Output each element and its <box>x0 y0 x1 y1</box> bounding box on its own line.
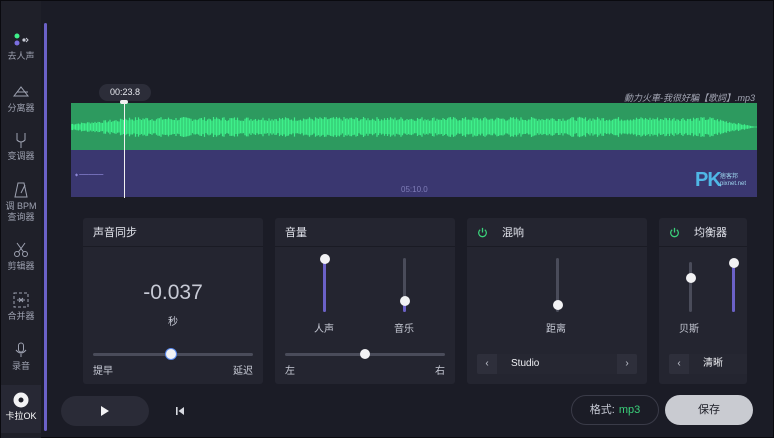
distance-knob[interactable] <box>553 300 563 310</box>
sync-right-label: 延迟 <box>233 366 253 377</box>
format-label: 格式: <box>589 404 615 416</box>
sync-left-label: 提早 <box>93 366 113 377</box>
panel-title: 均衡器 <box>694 227 727 239</box>
save-button[interactable]: 保存 <box>665 395 753 425</box>
sidebar-item-pitch[interactable]: 变调器 <box>1 131 41 177</box>
track-marker: ◆ ━━━━━━━━━━ <box>75 172 104 177</box>
vocal-volume-knob[interactable] <box>320 254 330 264</box>
balance-right-label: 右 <box>435 366 445 377</box>
duration-label: 05:10.0 <box>401 185 428 194</box>
sidebar-item-label: 录音 <box>11 361 30 371</box>
waveform-path <box>70 116 758 138</box>
sidebar-item-vocal-remover[interactable]: 去人声 <box>1 31 41 77</box>
sidebar-item-merger[interactable]: 合并器 <box>1 291 41 337</box>
sidebar: 去人声 分离器 变调器 调 BPM 查询器 剪辑器 合并器 录音 卡拉OK <box>1 1 41 438</box>
play-button[interactable] <box>61 396 149 426</box>
sync-unit: 秒 <box>168 317 178 328</box>
format-selector[interactable]: 格式: mp3 <box>571 395 659 425</box>
sidebar-item-label: 去人声 <box>7 51 35 61</box>
sync-value: -0.037 <box>143 281 203 304</box>
bass-label: 贝斯 <box>679 324 699 335</box>
prev-preset-button[interactable]: ‹ <box>477 354 497 374</box>
sidebar-item-recorder[interactable]: 录音 <box>1 341 41 387</box>
equalizer-power-icon[interactable] <box>669 227 680 238</box>
splitter-icon <box>12 86 30 97</box>
playhead-handle[interactable] <box>120 100 128 104</box>
balance-left-label: 左 <box>285 366 295 377</box>
eq-preset-value: 清晰 <box>689 354 747 374</box>
vocal-volume-fill <box>323 258 326 312</box>
metronome-icon <box>14 182 28 198</box>
reverb-panel: 混响 距离 ‹ Studio › <box>467 218 647 384</box>
play-icon <box>101 406 109 416</box>
app-window: 去人声 分离器 变调器 调 BPM 查询器 剪辑器 合并器 录音 卡拉OK 00… <box>0 0 774 438</box>
sidebar-item-cutter[interactable]: 剪辑器 <box>1 241 41 287</box>
watermark-text: 痞客邦 pixnet.net <box>720 174 747 187</box>
reverb-preset-selector[interactable]: ‹ Studio › <box>477 354 637 374</box>
equalizer-panel: 均衡器 贝斯 ‹ 清晰 <box>659 218 747 384</box>
waveform <box>70 116 758 138</box>
playhead[interactable] <box>124 101 125 198</box>
distance-label: 距离 <box>546 324 566 335</box>
bass-track[interactable] <box>689 262 692 312</box>
vocal-label: 人声 <box>314 324 334 335</box>
karaoke-disc-icon <box>13 392 29 408</box>
watermark-logo: PK <box>695 169 722 191</box>
microphone-icon <box>15 342 27 357</box>
sync-panel: 声音同步 -0.037 秒 提早 延迟 <box>83 218 263 384</box>
sidebar-item-label: 调 BPM 查询器 <box>5 201 37 222</box>
tuning-fork-icon <box>16 133 26 148</box>
sync-slider-knob[interactable] <box>166 349 176 359</box>
sidebar-item-bpm[interactable]: 调 BPM 查询器 <box>1 181 41 229</box>
music-label: 音乐 <box>394 324 414 335</box>
current-time-badge: 00:23.8 <box>99 84 151 101</box>
eq-preset-selector[interactable]: ‹ 清晰 <box>669 354 747 374</box>
music-volume-knob[interactable] <box>400 296 410 306</box>
sidebar-item-label: 卡拉OK <box>5 411 37 421</box>
prev-eq-button[interactable]: ‹ <box>669 354 689 374</box>
sidebar-scrollbar[interactable] <box>44 23 47 431</box>
treble-knob[interactable] <box>729 258 739 268</box>
sidebar-item-label: 变调器 <box>7 151 35 161</box>
skip-to-start-icon[interactable] <box>173 404 187 418</box>
vocal-waveform-track[interactable] <box>70 103 758 150</box>
reverb-power-icon[interactable] <box>477 227 488 238</box>
panel-title: 声音同步 <box>83 218 263 247</box>
vocal-remove-icon <box>14 33 29 46</box>
sidebar-item-label: 合并器 <box>7 311 35 321</box>
sidebar-item-label: 分离器 <box>7 103 35 113</box>
treble-fill <box>732 267 735 312</box>
sidebar-item-splitter[interactable]: 分离器 <box>1 83 41 129</box>
scissors-icon <box>14 242 28 257</box>
reverb-preset-value: Studio <box>497 354 617 374</box>
volume-panel: 音量 人声 音乐 左 右 <box>275 218 455 384</box>
panel-title: 音量 <box>275 218 455 247</box>
panel-title: 混响 <box>502 227 524 239</box>
format-value: mp3 <box>618 404 641 416</box>
sidebar-item-label: 剪辑器 <box>7 261 35 271</box>
next-preset-button[interactable]: › <box>617 354 637 374</box>
merge-icon <box>13 292 29 308</box>
sidebar-item-karaoke[interactable]: 卡拉OK <box>1 385 41 433</box>
bass-knob[interactable] <box>686 273 696 283</box>
balance-slider-knob[interactable] <box>360 349 370 359</box>
